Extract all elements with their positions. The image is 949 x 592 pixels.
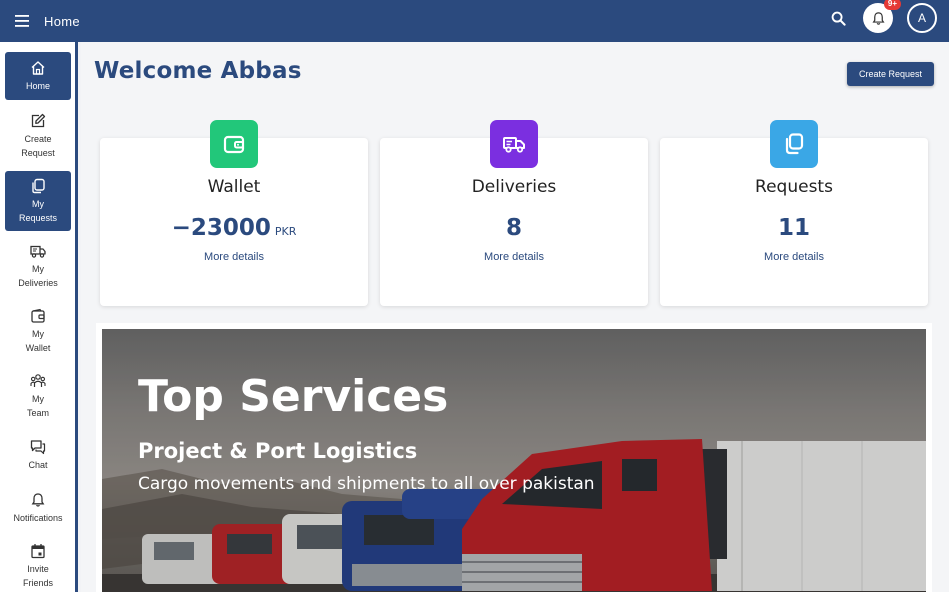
sidebar-item-chat[interactable]: Chat — [5, 434, 71, 476]
requests-card-title: Requests — [755, 177, 833, 197]
sidebar-item-create-request[interactable]: Create Request — [5, 108, 71, 164]
notifications-button[interactable]: 9+ — [863, 0, 901, 33]
deliveries-count: 8 — [505, 215, 522, 241]
sidebar-item-notifications[interactable]: Notifications — [5, 488, 71, 528]
sidebar-item-label: Create Request — [21, 133, 55, 158]
hero-title: Top Services — [138, 371, 449, 422]
sidebar-item-my-requests[interactable]: My Requests — [5, 171, 71, 231]
wallet-icon — [223, 135, 245, 154]
hamburger-icon — [15, 15, 29, 27]
bell-icon — [31, 492, 45, 507]
chat-icon — [30, 439, 46, 454]
deliveries-card-icon — [490, 120, 538, 168]
sidebar: Home Create Request My Requests My Deliv… — [0, 42, 78, 592]
page-title: Home — [44, 13, 80, 29]
sidebar-item-invite-friends[interactable]: Invite Friends — [5, 540, 71, 592]
avatar[interactable]: A — [907, 3, 937, 33]
sidebar-item-label: My Team — [26, 393, 49, 418]
requests-card[interactable]: Requests 11 More details — [660, 120, 928, 306]
bell-icon — [871, 11, 885, 25]
sidebar-item-label: My Requests — [18, 198, 58, 223]
main-content: Welcome Abbas Create Request Wallet −230… — [81, 42, 949, 592]
sidebar-item-label: Invite Friends — [22, 563, 53, 588]
wallet-card-icon — [210, 120, 258, 168]
truck-icon — [30, 245, 46, 258]
wallet-card[interactable]: Wallet −23000 PKR More details — [100, 120, 368, 306]
top-services-banner: Top Services Project & Port Logistics Ca… — [102, 329, 926, 592]
requests-more-details-link[interactable]: More details — [660, 251, 928, 263]
requests-count: 11 — [777, 215, 810, 241]
wallet-more-details-link[interactable]: More details — [100, 251, 368, 263]
search-icon — [831, 11, 846, 26]
sidebar-item-my-team[interactable]: My Team — [5, 368, 71, 424]
sidebar-item-label: Chat — [28, 459, 48, 470]
top-services-banner-frame: Top Services Project & Port Logistics Ca… — [96, 323, 932, 592]
truck-icon — [503, 137, 525, 153]
team-icon — [30, 373, 46, 387]
sidebar-item-label: My Deliveries — [18, 263, 58, 288]
wallet-card-title: Wallet — [207, 177, 261, 197]
welcome-heading: Welcome Abbas — [94, 58, 302, 84]
menu-button[interactable] — [0, 0, 44, 42]
notification-badge: 9+ — [883, 0, 901, 10]
sidebar-item-my-wallet[interactable]: My Wallet — [5, 303, 71, 359]
sidebar-item-my-deliveries[interactable]: My Deliveries — [5, 238, 71, 294]
wallet-icon — [31, 308, 45, 323]
calendar-icon — [31, 543, 45, 558]
sidebar-item-label: My Wallet — [25, 328, 51, 353]
requests-card-icon — [770, 120, 818, 168]
edit-icon — [31, 113, 46, 127]
wallet-balance: −23000 PKR — [100, 215, 368, 241]
copy-icon — [32, 178, 45, 193]
deliveries-card-title: Deliveries — [471, 177, 557, 197]
deliveries-more-details-link[interactable]: More details — [380, 251, 648, 263]
sidebar-item-label: Home — [25, 80, 50, 91]
sidebar-item-label: Notifications — [13, 512, 63, 523]
top-app-bar: Home 9+ A — [0, 0, 949, 42]
deliveries-card[interactable]: Deliveries 8 More details — [380, 120, 648, 306]
wallet-balance-value: −23000 — [171, 215, 271, 241]
hero-subtitle: Project & Port Logistics — [138, 439, 418, 463]
sidebar-item-home[interactable]: Home — [5, 52, 71, 100]
hero-description: Cargo movements and shipments to all ove… — [138, 474, 595, 494]
currency-unit: PKR — [274, 225, 297, 238]
home-icon — [31, 60, 45, 75]
copy-icon — [785, 133, 804, 155]
search-button[interactable] — [827, 7, 849, 29]
create-request-button[interactable]: Create Request — [846, 62, 934, 86]
